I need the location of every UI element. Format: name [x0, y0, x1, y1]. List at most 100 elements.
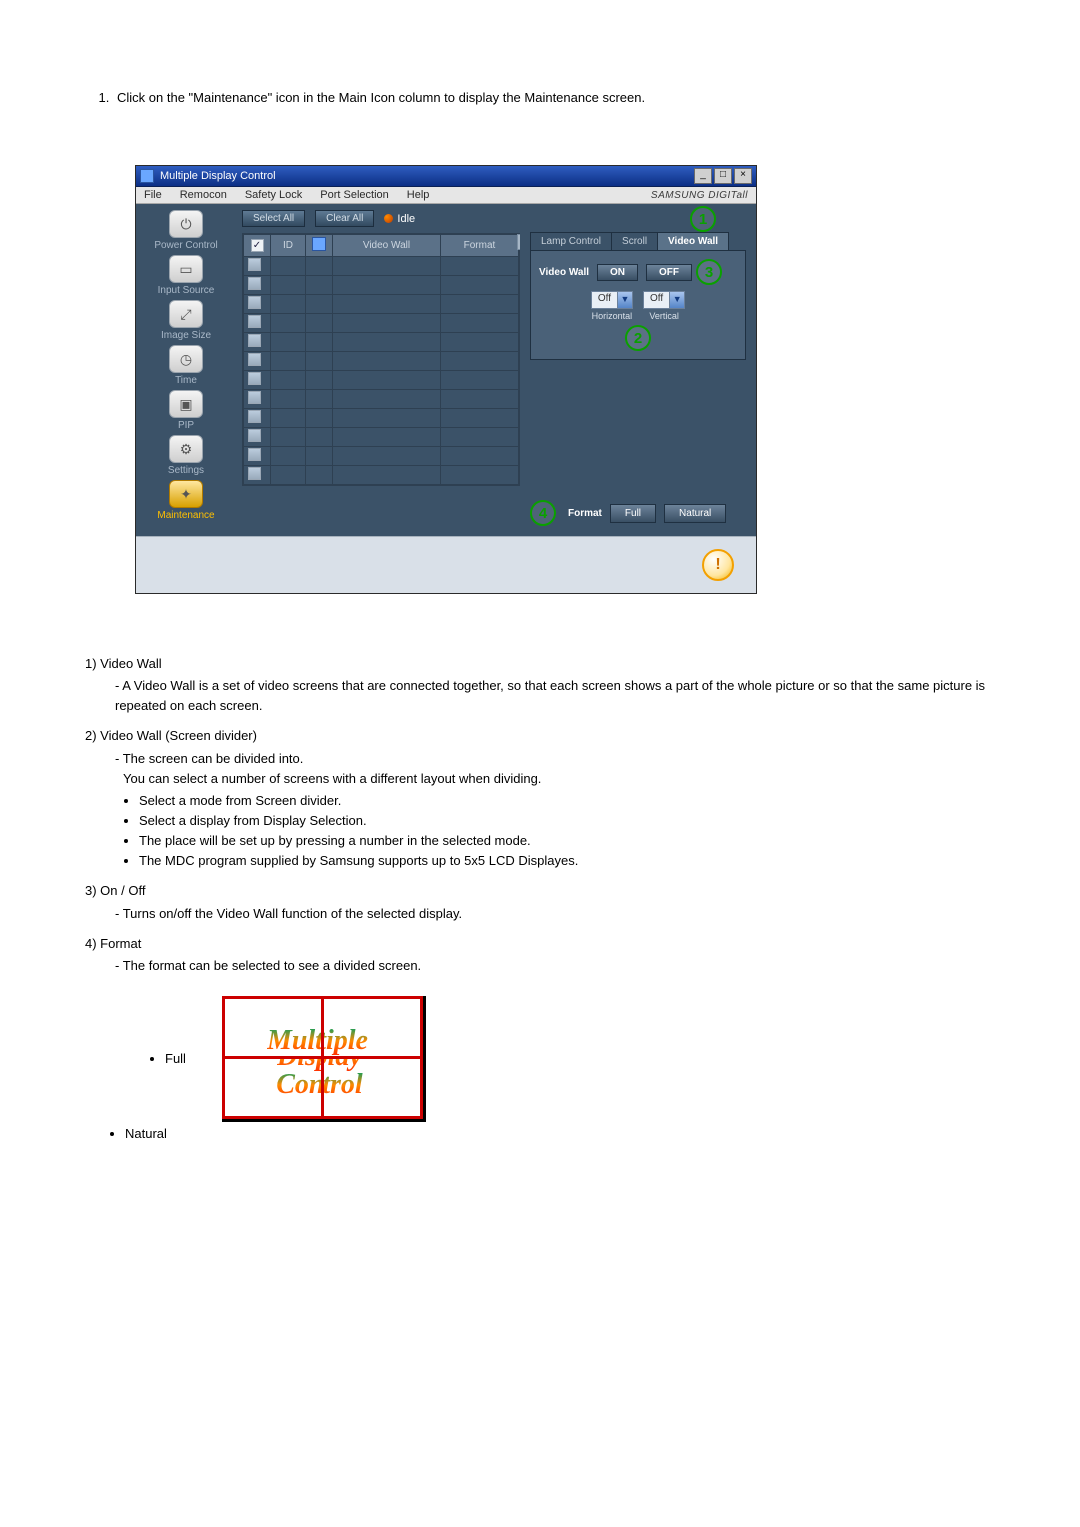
format-full-button[interactable]: Full	[610, 504, 656, 523]
col-id: ID	[271, 235, 306, 257]
close-button[interactable]: ×	[734, 168, 752, 184]
brand-label: SAMSUNG DIGITall	[651, 190, 748, 201]
chevron-down-icon: ▼	[617, 292, 632, 308]
table-row[interactable]	[244, 447, 519, 466]
table-row[interactable]	[244, 352, 519, 371]
tab-lamp-control[interactable]: Lamp Control	[530, 232, 612, 251]
section-2-bullet: Select a display from Display Selection.	[139, 811, 1015, 831]
row-checkbox[interactable]	[248, 448, 261, 461]
col-video-wall: Video Wall	[333, 235, 441, 257]
minimize-button[interactable]: _	[694, 168, 712, 184]
section-4-text: The format can be selected to see a divi…	[115, 956, 1015, 976]
screenshot-figure: Multiple Display Control _ □ × File Remo…	[85, 145, 1015, 614]
menu-file[interactable]: File	[144, 189, 162, 201]
input-source-icon: ▭	[169, 255, 203, 283]
table-row[interactable]	[244, 295, 519, 314]
sidebar-item-input[interactable]: ▭ Input Source	[144, 255, 228, 296]
menu-port-selection[interactable]: Port Selection	[320, 189, 388, 201]
vertical-select[interactable]: Off ▼	[643, 291, 685, 309]
row-checkbox[interactable]	[248, 429, 261, 442]
table-row[interactable]	[244, 371, 519, 390]
app-window: Multiple Display Control _ □ × File Remo…	[135, 165, 757, 594]
menu-help[interactable]: Help	[407, 189, 430, 201]
table-row[interactable]	[244, 466, 519, 485]
vertical-select-value: Off	[644, 292, 669, 308]
format-natural-button[interactable]: Natural	[664, 504, 726, 523]
sidebar-item-pip[interactable]: ▣ PIP	[144, 390, 228, 431]
sidebar-item-power[interactable]: ⏻ Power Control	[144, 210, 228, 251]
section-1-title: 1) Video Wall	[85, 656, 162, 671]
pip-icon: ▣	[169, 390, 203, 418]
sidebar-item-label: Image Size	[161, 330, 211, 341]
section-1-text: A Video Wall is a set of video screens t…	[115, 676, 1015, 716]
control-panel: 1 Lamp Control Scroll Video Wall Video W…	[520, 204, 756, 536]
video-wall-panel: Video Wall ON OFF 3 Off ▼ Horiz	[530, 250, 746, 360]
sidebar-item-image-size[interactable]: ⤢ Image Size	[144, 300, 228, 341]
device-list-area: Select All Clear All Idle ▲	[236, 204, 520, 536]
full-format-figure: Multiple Multiple Display Control Displa…	[222, 996, 426, 1122]
table-row[interactable]	[244, 276, 519, 295]
clear-all-button[interactable]: Clear All	[315, 210, 374, 227]
section-2-title: 2) Video Wall (Screen divider)	[85, 728, 257, 743]
table-row[interactable]	[244, 428, 519, 447]
section-2-bullet: Select a mode from Screen divider.	[139, 791, 1015, 811]
figure-text: Control	[276, 1071, 324, 1099]
table-row[interactable]	[244, 314, 519, 333]
gear-icon: ⚙	[169, 435, 203, 463]
vertical-label: Vertical	[649, 311, 679, 321]
sidebar-item-label: Maintenance	[157, 510, 214, 521]
video-wall-off-button[interactable]: OFF	[646, 264, 692, 281]
tab-scroll[interactable]: Scroll	[611, 232, 658, 251]
table-row[interactable]	[244, 390, 519, 409]
full-option-label: Full	[165, 1049, 186, 1069]
callout-1: 1	[690, 206, 716, 232]
row-checkbox[interactable]	[248, 467, 261, 480]
horizontal-label: Horizontal	[592, 311, 633, 321]
select-all-button[interactable]: Select All	[242, 210, 305, 227]
row-checkbox[interactable]	[248, 410, 261, 423]
section-2-text-b: You can select a number of screens with …	[85, 769, 1015, 789]
table-row[interactable]	[244, 257, 519, 276]
row-checkbox[interactable]	[248, 334, 261, 347]
menubar: File Remocon Safety Lock Port Selection …	[136, 187, 756, 204]
table-row[interactable]	[244, 409, 519, 428]
sidebar-item-settings[interactable]: ⚙ Settings	[144, 435, 228, 476]
natural-option-label: Natural	[125, 1124, 1015, 1144]
intro-step-1: Click on the "Maintenance" icon in the M…	[113, 90, 1015, 105]
row-checkbox[interactable]	[248, 296, 261, 309]
power-icon: ⏻	[169, 210, 203, 238]
video-wall-on-button[interactable]: ON	[597, 264, 638, 281]
tab-video-wall[interactable]: Video Wall	[657, 232, 729, 251]
section-2-bullet: The place will be set up by pressing a n…	[139, 831, 1015, 851]
row-checkbox[interactable]	[248, 372, 261, 385]
row-checkbox[interactable]	[248, 315, 261, 328]
figure-text: Control	[321, 1071, 363, 1099]
menu-remocon[interactable]: Remocon	[180, 189, 227, 201]
sidebar-item-maintenance[interactable]: ✦ Maintenance	[144, 480, 228, 521]
horizontal-select-value: Off	[592, 292, 617, 308]
row-checkbox[interactable]	[248, 391, 261, 404]
format-label: Format	[568, 508, 602, 519]
header-checkbox[interactable]	[251, 239, 264, 252]
clock-icon: ◷	[169, 345, 203, 373]
row-checkbox[interactable]	[248, 277, 261, 290]
sidebar-item-label: Settings	[168, 465, 204, 476]
window-title: Multiple Display Control	[160, 170, 276, 182]
sidebar-item-label: Time	[175, 375, 197, 386]
callout-4: 4	[530, 500, 556, 526]
menu-safety-lock[interactable]: Safety Lock	[245, 189, 302, 201]
callout-3: 3	[696, 259, 722, 285]
sidebar-item-time[interactable]: ◷ Time	[144, 345, 228, 386]
row-checkbox[interactable]	[248, 258, 261, 271]
info-icon	[702, 549, 734, 581]
table-row[interactable]	[244, 333, 519, 352]
maximize-button[interactable]: □	[714, 168, 732, 184]
section-2-bullet: The MDC program supplied by Samsung supp…	[139, 851, 1015, 871]
app-icon	[140, 169, 154, 183]
device-table: ID Video Wall Format	[243, 234, 519, 485]
horizontal-select[interactable]: Off ▼	[591, 291, 633, 309]
section-2-text-a: The screen can be divided into.	[115, 749, 1015, 769]
chevron-down-icon: ▼	[669, 292, 684, 308]
row-checkbox[interactable]	[248, 353, 261, 366]
main-icon-sidebar: ⏻ Power Control ▭ Input Source ⤢ Image S…	[136, 204, 236, 536]
